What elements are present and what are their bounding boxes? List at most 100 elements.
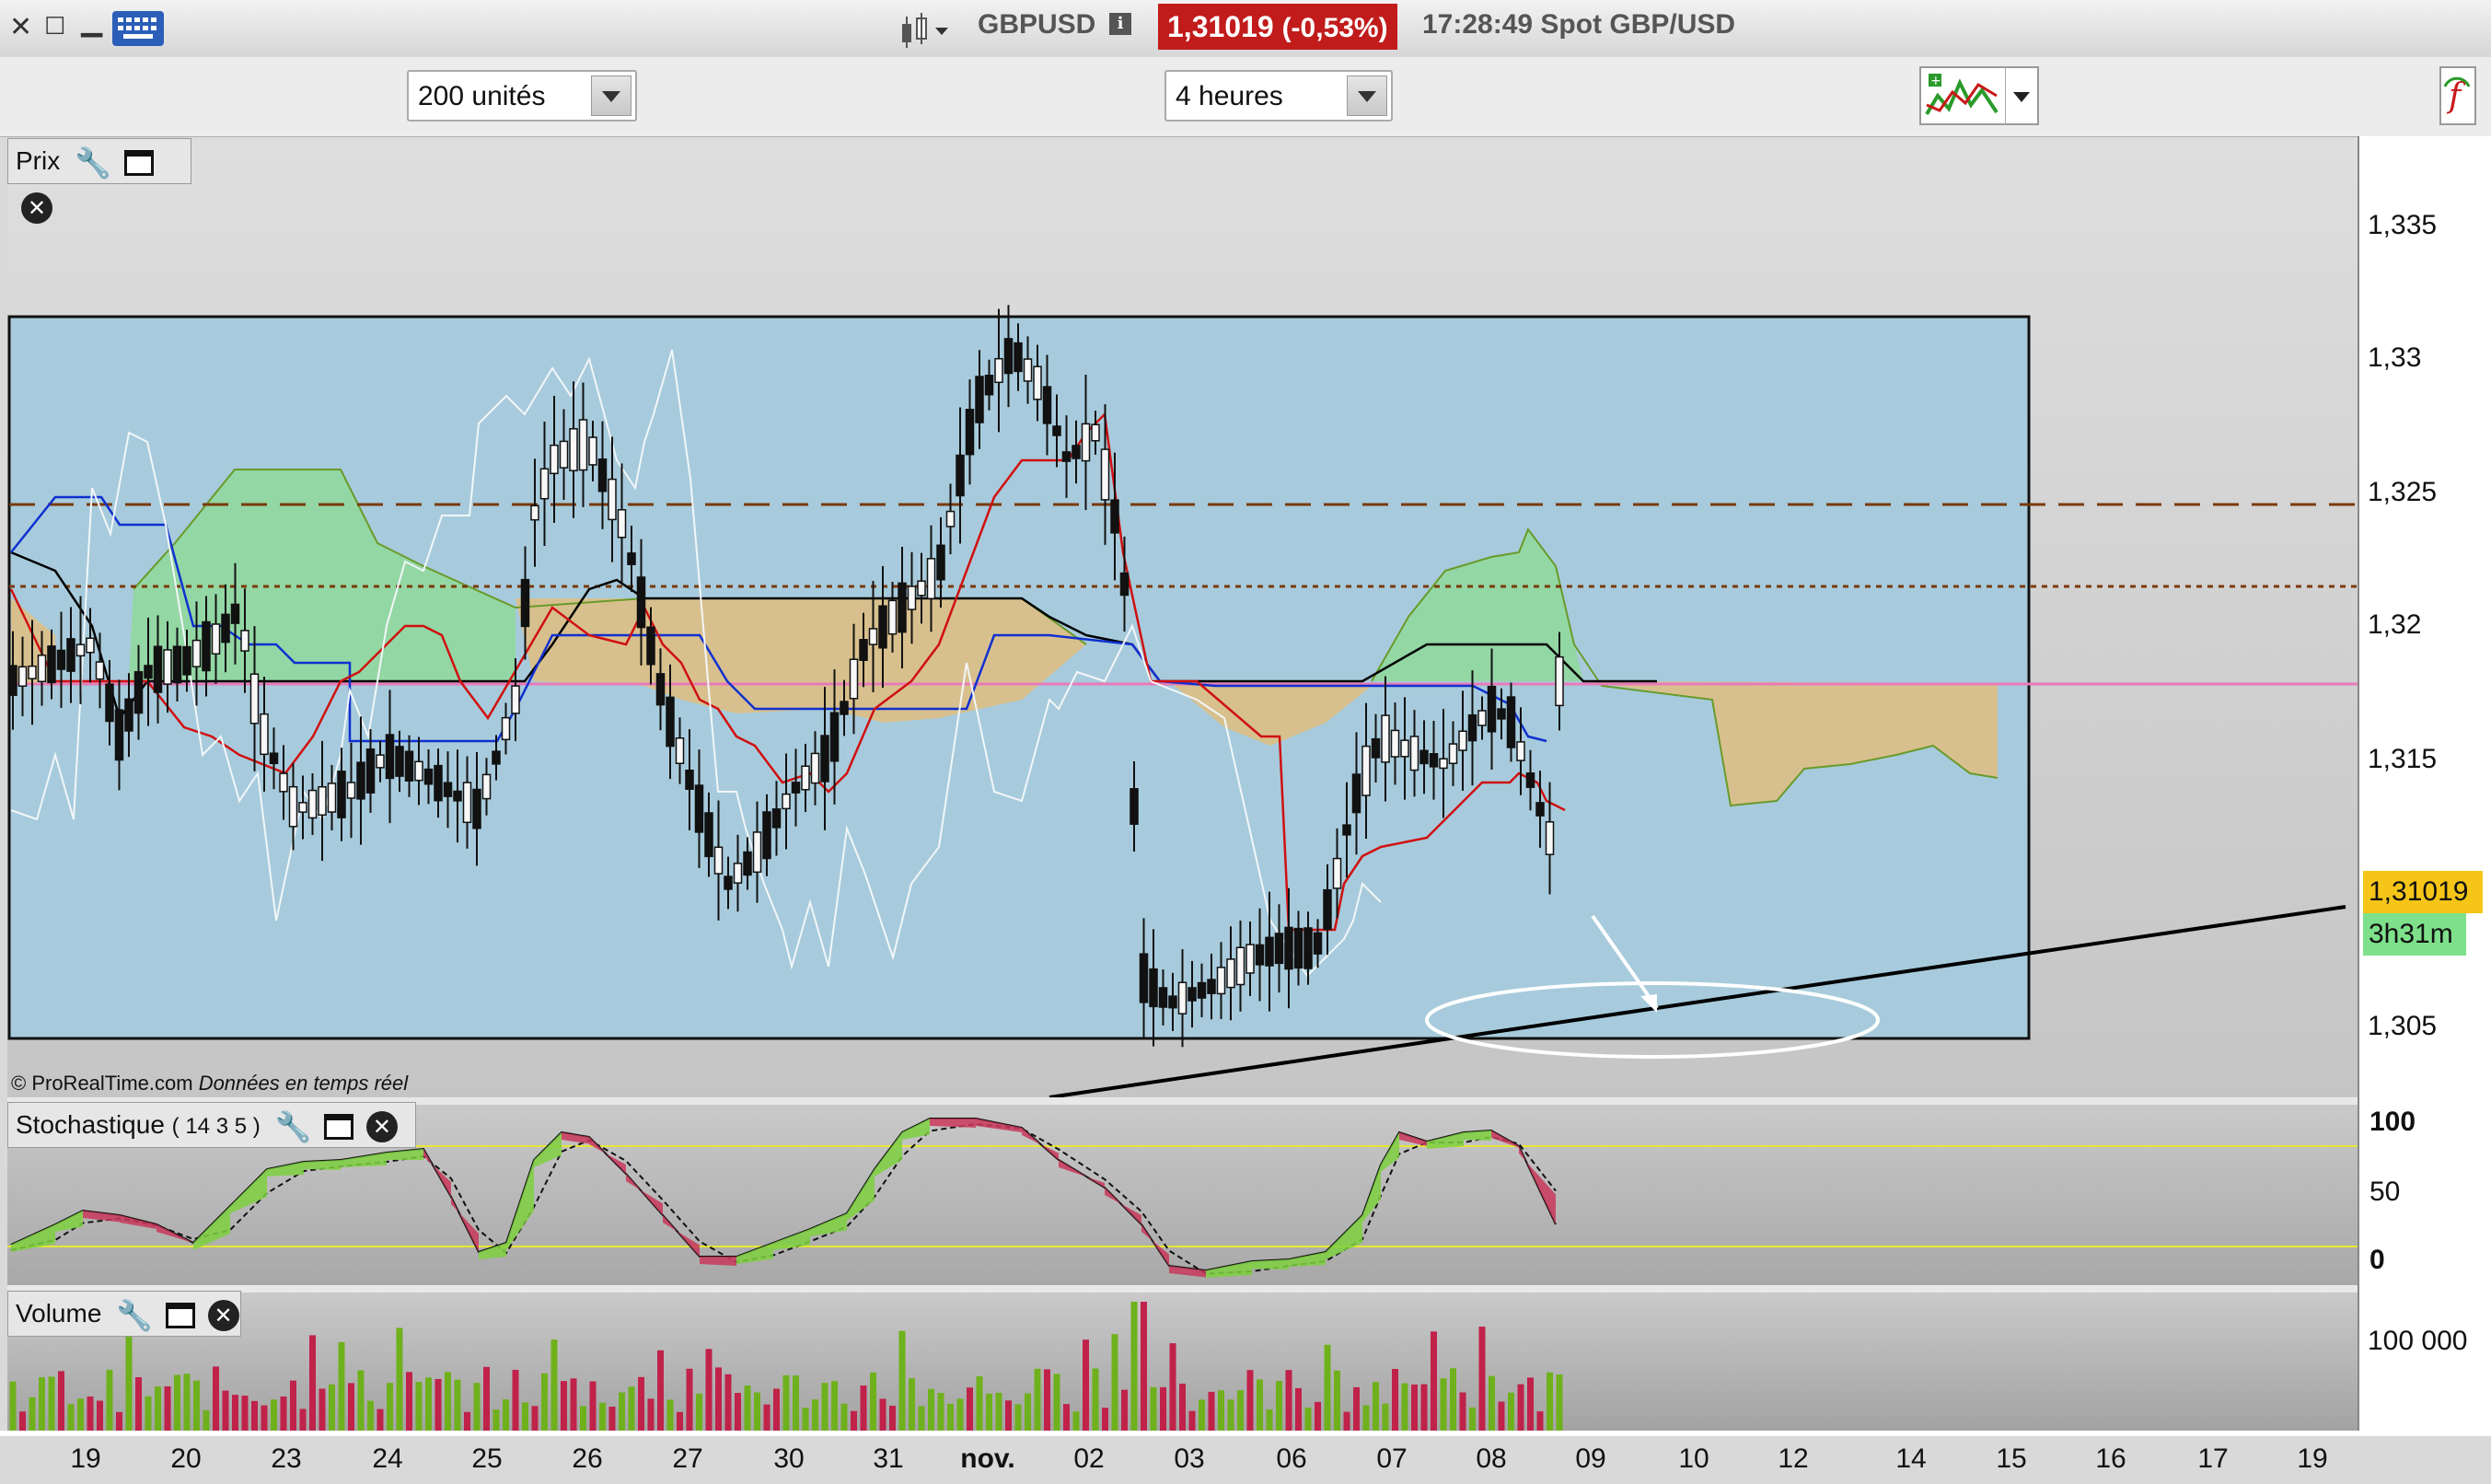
keyboard-icon[interactable] xyxy=(112,11,164,46)
minimize-icon[interactable]: ▁ xyxy=(81,6,102,38)
panel-separator[interactable] xyxy=(7,1285,2358,1293)
indicator-menu-arrow[interactable] xyxy=(2005,66,2038,125)
volume-bar xyxy=(1218,1390,1224,1431)
volume-bar xyxy=(1276,1381,1282,1431)
units-select[interactable]: 200 unités xyxy=(407,70,637,122)
close-icon[interactable]: ✕ xyxy=(9,11,32,43)
volume-bar xyxy=(1401,1383,1408,1431)
volume-bar xyxy=(445,1372,451,1431)
copyright-note: © ProRealTime.com Données en temps réel xyxy=(11,1072,408,1096)
wrench-icon[interactable]: 🔧 xyxy=(116,1293,153,1338)
maximize-icon[interactable]: ☐ xyxy=(44,13,65,41)
toolbar: 200 unités 4 heures + f xyxy=(0,57,2491,137)
volume-bar xyxy=(415,1382,423,1431)
volume-bar xyxy=(802,1408,809,1431)
date-label: 19 xyxy=(2297,1443,2328,1474)
volume-bar xyxy=(1141,1302,1147,1431)
volume-bar xyxy=(299,1409,307,1431)
volume-bar xyxy=(754,1392,760,1431)
window-icon[interactable] xyxy=(123,149,154,176)
volume-bar xyxy=(1246,1370,1254,1431)
volume-bar xyxy=(821,1383,828,1431)
volume-bar xyxy=(271,1399,277,1431)
period-select[interactable]: 4 heures xyxy=(1164,70,1393,122)
volume-bar xyxy=(628,1386,635,1431)
volume-bar xyxy=(1188,1410,1196,1431)
volume-bar xyxy=(657,1350,664,1431)
chart-area xyxy=(0,136,2491,1436)
date-label: 17 xyxy=(2197,1443,2229,1474)
stoch-panel-title: Stochastique xyxy=(16,1110,165,1139)
volume-bar xyxy=(329,1384,335,1431)
volume-bar xyxy=(241,1395,249,1431)
volume-bar xyxy=(1044,1369,1050,1431)
stoch-tick: 0 xyxy=(2369,1245,2385,1275)
volume-bar xyxy=(1556,1374,1563,1431)
date-label: 24 xyxy=(372,1443,403,1474)
volume-bar xyxy=(1150,1386,1157,1431)
volume-bar xyxy=(512,1370,519,1431)
wrench-icon[interactable]: 🔧 xyxy=(275,1105,312,1149)
close-icon[interactable]: ✕ xyxy=(365,1110,398,1142)
volume-bar xyxy=(454,1379,461,1431)
volume-bar xyxy=(1498,1401,1505,1431)
volume-bar xyxy=(851,1410,857,1431)
last-price-badge: 1,31019 (-0,53%) xyxy=(1158,4,1397,50)
volume-bar xyxy=(1014,1404,1022,1431)
date-label: 16 xyxy=(2095,1443,2126,1474)
stoch-panel-header: Stochastique ( 14 3 5 ) 🔧 ✕ xyxy=(7,1102,416,1148)
svg-text:+: + xyxy=(1930,74,1941,88)
volume-bar xyxy=(1227,1399,1234,1431)
volume-bar xyxy=(986,1393,992,1431)
volume-bar xyxy=(666,1399,674,1431)
volume-panel-title: Volume xyxy=(16,1299,102,1327)
date-label: 12 xyxy=(1778,1443,1809,1474)
current-price-tag: 1,31019 xyxy=(2363,871,2483,913)
volume-bar xyxy=(203,1409,210,1431)
volume-bar xyxy=(1362,1405,1370,1431)
volume-bar xyxy=(174,1374,180,1431)
volume-bar xyxy=(387,1383,393,1431)
copyright-brand: © ProRealTime.com xyxy=(11,1072,193,1095)
volume-bar xyxy=(541,1373,548,1431)
volume-bar xyxy=(1469,1407,1476,1431)
volume-bar xyxy=(1237,1390,1244,1431)
date-label: 23 xyxy=(271,1443,302,1474)
volume-bar xyxy=(879,1398,886,1431)
volume-bar xyxy=(570,1378,577,1431)
date-label: 26 xyxy=(572,1443,603,1474)
volume-bar xyxy=(995,1392,1002,1431)
chevron-down-icon[interactable] xyxy=(1347,75,1387,116)
volume-bar xyxy=(937,1393,944,1431)
volume-bar xyxy=(9,1381,17,1431)
volume-bar xyxy=(19,1411,26,1431)
volume-bar xyxy=(261,1405,268,1431)
volume-bar xyxy=(522,1402,528,1431)
wrench-icon[interactable]: 🔧 xyxy=(75,141,111,185)
symbol-label[interactable]: GBPUSD xyxy=(978,9,1095,41)
function-icon[interactable]: f xyxy=(2439,66,2476,125)
price-tick: 1,335 xyxy=(2368,210,2438,240)
volume-bar xyxy=(1266,1409,1273,1431)
info-icon[interactable]: i xyxy=(1109,13,1131,35)
volume-bar xyxy=(763,1404,770,1431)
close-icon[interactable]: ✕ xyxy=(21,192,52,225)
volume-bar xyxy=(1005,1400,1012,1431)
volume-bar xyxy=(1343,1411,1350,1431)
date-label: 31 xyxy=(873,1443,904,1474)
volume-bar xyxy=(39,1377,45,1431)
price-tick: 1,325 xyxy=(2368,477,2438,507)
window-icon[interactable] xyxy=(165,1302,195,1328)
volume-bar xyxy=(1353,1386,1360,1431)
chevron-down-icon[interactable] xyxy=(591,75,631,116)
volume-bar xyxy=(1508,1392,1514,1431)
volume-bar xyxy=(1257,1379,1263,1431)
candlestick-type-icon[interactable] xyxy=(898,13,954,54)
volume-bar xyxy=(870,1372,876,1431)
units-select-value: 200 unités xyxy=(418,81,546,111)
volume-bar xyxy=(1092,1368,1099,1431)
volume-bar xyxy=(367,1400,374,1431)
date-label: 03 xyxy=(1174,1443,1205,1474)
window-icon[interactable] xyxy=(324,1113,354,1140)
close-icon[interactable]: ✕ xyxy=(207,1299,239,1331)
